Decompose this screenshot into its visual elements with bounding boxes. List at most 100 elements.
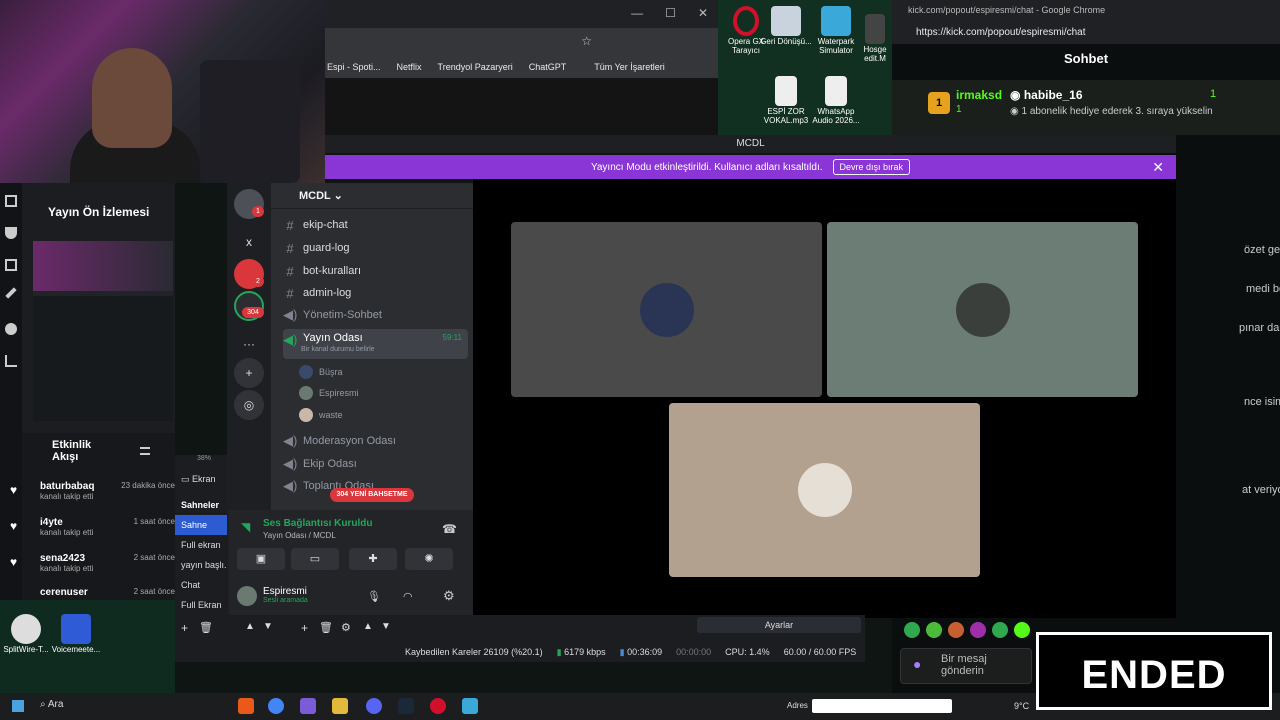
trophy-icon[interactable] <box>5 227 17 239</box>
desktop-icon[interactable]: Waterpark Simulator <box>808 6 864 56</box>
bookmark[interactable]: Netflix <box>397 62 422 72</box>
star-icon[interactable]: ☆ <box>581 34 592 48</box>
streamer-notice: Yayıncı Modu etkinleştirildi. Kullanıcı … <box>590 161 823 173</box>
x-server-icon[interactable]: x <box>234 227 264 257</box>
scene-item[interactable]: Sahne <box>175 515 230 535</box>
bookmark[interactable]: Tüm Yer İşaretleri <box>594 62 665 72</box>
bookmark[interactable]: Trendyol Pazaryeri <box>438 62 513 72</box>
voice-channel[interactable]: ◀) Ekip Odası <box>283 454 468 474</box>
obs-icon[interactable] <box>430 698 446 714</box>
mic-icon[interactable]: ● <box>913 656 921 672</box>
screen-share-button[interactable]: ▭ <box>291 548 339 570</box>
up-icon[interactable]: ▲ <box>245 621 255 632</box>
activities-button[interactable]: ✚ <box>349 548 397 570</box>
voice-channel[interactable]: ◀) Yönetim-Sohbet <box>283 305 468 325</box>
recipient-name[interactable]: ◉ habibe_16 <box>1010 88 1083 102</box>
disconnect-icon[interactable]: ☎ <box>442 522 457 536</box>
app-icon[interactable] <box>300 698 316 714</box>
search-box[interactable]: ⌕ Ara <box>40 699 63 710</box>
server-name[interactable]: MCDL ⌄ <box>271 183 473 209</box>
chat-line: özet geçeriz... <box>1244 244 1280 256</box>
up-icon[interactable]: ▲ <box>363 621 373 632</box>
text-channel[interactable]: # bot-kuralları <box>283 261 468 281</box>
address-bar[interactable]: https://kick.com/popout/espiresmi/chat <box>892 20 1280 44</box>
emote-icon[interactable] <box>948 622 964 638</box>
settings-button[interactable]: Ayarlar <box>697 617 861 633</box>
delete-icon[interactable]: 🗑 <box>199 621 213 634</box>
scene-item[interactable]: Chat <box>175 575 230 595</box>
avatar[interactable] <box>237 586 257 606</box>
bookmark[interactable]: Espi - Spoti... <box>327 62 381 72</box>
voice-channel-active[interactable]: ◀) Yayın Odası 59:11 Bir kanal durumu be… <box>283 329 468 359</box>
camera-off-button[interactable]: ▣ <box>237 548 285 570</box>
voice-user[interactable]: Büşra <box>299 365 343 379</box>
participant-tile[interactable] <box>669 403 980 577</box>
chat-input[interactable]: ● Bir mesaj gönderin <box>900 648 1032 684</box>
down-icon[interactable]: ▼ <box>381 621 391 632</box>
discover-icon[interactable]: ◎ <box>234 390 264 420</box>
gear-icon[interactable]: ⚙ <box>341 621 351 634</box>
close-icon[interactable]: ✕ <box>1152 159 1164 176</box>
delete-icon[interactable]: 🗑 <box>319 621 333 634</box>
chart-icon[interactable] <box>5 355 17 367</box>
participant-tile[interactable] <box>511 222 822 397</box>
more-icon[interactable]: ··· <box>234 329 264 359</box>
scene-item[interactable]: yayın başlı... <box>175 555 230 575</box>
settings-icon[interactable]: ⚙ <box>443 588 455 604</box>
add-icon[interactable]: + <box>181 621 188 635</box>
gifter-name[interactable]: irmaksd <box>956 88 1002 102</box>
stats-icon[interactable] <box>5 195 17 207</box>
wrench-icon[interactable] <box>5 287 17 299</box>
emote-icon[interactable] <box>992 622 1008 638</box>
emote-icon[interactable] <box>970 622 986 638</box>
maximize-icon[interactable]: ☐ <box>665 6 676 20</box>
desktop-icon[interactable]: WhatsApp Audio 2026... <box>808 76 864 126</box>
address-input[interactable] <box>812 699 952 713</box>
emote-icon[interactable] <box>904 622 920 638</box>
mic-icon[interactable]: 🎙 <box>367 590 381 603</box>
users-icon[interactable] <box>5 323 17 335</box>
filter-icon[interactable] <box>140 447 150 455</box>
text-channel[interactable]: # guard-log <box>283 238 468 258</box>
text-channel[interactable]: # ekip-chat <box>283 215 468 235</box>
voice-location[interactable]: Yayın Odası / MCDL <box>263 531 336 540</box>
voice-user[interactable]: Espiresmi <box>299 386 359 400</box>
disable-button[interactable]: Devre dışı bırak <box>832 159 911 175</box>
down-icon[interactable]: ▼ <box>263 621 273 632</box>
discord-icon[interactable] <box>366 698 382 714</box>
bookmark[interactable]: ChatGPT <box>529 62 567 72</box>
headphones-icon[interactable]: ◠ <box>403 590 413 603</box>
screen-source[interactable]: ▭ Ekran <box>175 469 230 489</box>
scene-item[interactable]: Full Ekran <box>175 595 230 615</box>
emote-icon[interactable] <box>1014 622 1030 638</box>
channel-status[interactable]: Bir kanal durumu belirle <box>301 346 375 353</box>
voice-status[interactable]: Ses Bağlantısı Kuruldu <box>263 518 372 529</box>
participant-tile[interactable] <box>827 222 1138 397</box>
speaker-icon: ◀) <box>283 307 298 322</box>
desktop-icon[interactable]: ESPİ ZOR VOKAL.mp3 <box>758 76 814 126</box>
desktop-icon[interactable]: Hosge edit.M <box>858 14 892 64</box>
desktop-icon[interactable]: Geri Dönüşü... <box>758 6 814 47</box>
app-icon[interactable] <box>462 698 478 714</box>
folder-icon[interactable] <box>332 698 348 714</box>
desktop-icon[interactable]: Voicemeete... <box>50 614 102 655</box>
text-channel[interactable]: # admin-log <box>283 283 468 303</box>
scene-item[interactable]: Full ekran <box>175 535 230 555</box>
add-icon[interactable]: + <box>301 621 308 635</box>
minimize-icon[interactable]: — <box>631 6 643 20</box>
steam-icon[interactable] <box>398 698 414 714</box>
windows-icon[interactable] <box>12 700 24 712</box>
layout-icon[interactable] <box>5 259 17 271</box>
voice-user[interactable]: waste <box>299 408 343 422</box>
emote-icon[interactable] <box>926 622 942 638</box>
chrome-icon[interactable] <box>268 698 284 714</box>
current-user[interactable]: Espiresmi Sesli aramada <box>263 586 308 604</box>
mention-badge[interactable]: 304 YENİ BAHSETME <box>330 488 414 502</box>
voice-channel[interactable]: ◀) Moderasyon Odası <box>283 431 468 451</box>
desktop-icon[interactable]: SplitWire-T... <box>0 614 52 655</box>
soundboard-button[interactable]: ✺ <box>405 548 453 570</box>
close-icon[interactable]: ✕ <box>698 6 708 20</box>
firefox-icon[interactable] <box>238 698 254 714</box>
event-item: ♥ i4yte kanalı takip etti 1 saat önce <box>10 517 175 537</box>
add-server-icon[interactable]: + <box>234 358 264 388</box>
